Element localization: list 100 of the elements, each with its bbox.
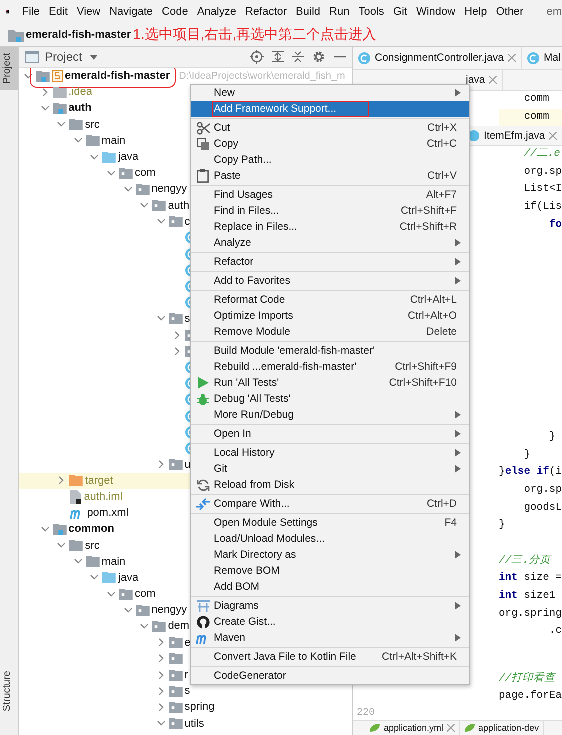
tree-item[interactable]: common <box>68 523 114 536</box>
github-icon <box>196 616 210 628</box>
context-menu-item[interactable]: Open Module Settings F4 <box>191 515 469 531</box>
editor-tab[interactable]: application.yml <box>365 720 460 735</box>
context-menu-item[interactable]: More Run/Debug <box>191 407 469 423</box>
dropdown-caret-icon[interactable] <box>90 54 98 60</box>
context-menu-item[interactable]: Paste Ctrl+V <box>191 168 469 184</box>
scissors-icon <box>196 122 210 134</box>
tree-item[interactable]: auth.iml <box>84 490 123 503</box>
context-menu-item[interactable]: Reload from Disk <box>191 477 469 493</box>
tree-item[interactable]: r <box>184 669 188 682</box>
tree-item[interactable]: utils <box>184 718 204 730</box>
context-menu-item[interactable]: Add BOM <box>191 579 469 595</box>
menu-item[interactable]: Git <box>393 6 408 18</box>
crosshair-icon[interactable] <box>250 50 264 64</box>
context-menu-item[interactable]: Add Framework Support... <box>191 101 469 117</box>
folder-icon <box>168 216 183 228</box>
tree-item[interactable]: c <box>184 216 190 228</box>
tree-item[interactable]: spring <box>184 701 215 714</box>
tree-item[interactable]: nengyy <box>152 604 188 616</box>
menu-item[interactable]: Code <box>162 6 188 18</box>
context-menu-item[interactable]: Maven <box>191 630 469 646</box>
context-menu-item[interactable]: Run 'All Tests' Ctrl+Shift+F10 <box>191 375 469 391</box>
context-menu-item[interactable]: Diagrams <box>191 598 469 614</box>
tree-item[interactable]: src <box>85 540 100 552</box>
context-menu-item[interactable]: Rebuild ...emerald-fish-master' Ctrl+Shift+F9 <box>191 359 469 375</box>
panel-title[interactable]: Project <box>45 50 82 64</box>
settings-icon[interactable] <box>312 50 326 64</box>
menu-item[interactable]: Help <box>464 6 488 18</box>
menu-item[interactable]: Refactor <box>245 6 288 18</box>
expand-all-icon[interactable] <box>272 50 284 64</box>
tree-item[interactable]: dem <box>168 620 190 632</box>
context-menu-item[interactable]: Find in Files... Ctrl+Shift+F <box>191 203 469 219</box>
folder-icon <box>168 653 183 664</box>
folder-icon <box>152 620 166 632</box>
tree-item[interactable]: src <box>85 118 100 131</box>
context-menu-item[interactable]: Compare With... Ctrl+D <box>191 496 469 512</box>
context-menu-item[interactable]: Replace in Files... Ctrl+Shift+R <box>191 219 469 235</box>
tree-item[interactable]: java <box>118 151 139 164</box>
context-menu-item[interactable]: Analyze <box>191 235 469 251</box>
context-menu-item[interactable]: Open In <box>191 426 469 442</box>
tree-item[interactable]: s <box>184 685 190 698</box>
context-menu-item[interactable]: Copy Path... <box>191 152 469 168</box>
context-menu-item[interactable]: Load/Unload Modules... <box>191 531 469 547</box>
context-menu-item[interactable]: Optimize Imports Ctrl+Alt+O <box>191 308 469 324</box>
menu-item[interactable]: Other <box>496 6 524 18</box>
editor-tab[interactable]: ConsignmentController.java <box>353 47 522 69</box>
context-menu-item[interactable]: Add to Favorites <box>191 273 469 289</box>
menu-item[interactable]: View <box>76 6 101 18</box>
tree-item[interactable]: com <box>135 167 156 180</box>
context-menu-item[interactable]: Build Module 'emerald-fish-master' <box>191 343 469 359</box>
code-line: List<I <box>523 182 562 198</box>
tree-item[interactable]: java <box>118 572 139 584</box>
menu-item[interactable]: File <box>22 6 40 18</box>
tree-item[interactable]: .idea <box>68 86 92 98</box>
close-icon[interactable] <box>549 132 558 140</box>
context-menu-item[interactable]: Remove BOM <box>191 563 469 579</box>
context-menu-item[interactable]: Refactor <box>191 254 469 270</box>
project-tool-tab[interactable]: Project <box>0 47 18 90</box>
context-menu-item[interactable]: Create Gist... <box>191 614 469 630</box>
folder-icon <box>52 102 67 114</box>
context-menu-item[interactable]: Git <box>191 461 469 477</box>
run-icon <box>198 377 208 389</box>
close-icon[interactable] <box>489 76 498 84</box>
context-menu-item[interactable]: Remove Module Delete <box>191 324 469 340</box>
context-menu-item[interactable]: Find Usages Alt+F7 <box>191 187 469 203</box>
tree-item[interactable]: s <box>184 312 190 325</box>
tree-item[interactable]: pom.xml <box>87 507 129 520</box>
editor-tab[interactable]: Mal <box>522 47 562 69</box>
menu-item[interactable]: Analyze <box>197 6 236 18</box>
code-line: } <box>523 448 532 463</box>
menu-item[interactable]: Navigate <box>110 6 154 18</box>
context-menu-item[interactable]: Reformat Code Ctrl+Alt+L <box>191 292 469 308</box>
menu-item[interactable]: Window <box>416 6 456 18</box>
context-menu-item[interactable]: Convert Java File to Kotlin File Ctrl+Alt+Shift+K <box>191 649 469 665</box>
tree-item[interactable]: auth <box>168 200 190 212</box>
close-icon[interactable] <box>508 54 516 62</box>
close-icon[interactable] <box>446 724 455 732</box>
diagram-icon <box>196 600 210 612</box>
tree-item[interactable]: nengyy <box>152 183 188 196</box>
tree-item[interactable]: emerald-fish-master <box>65 70 170 82</box>
context-menu-item[interactable]: CodeGenerator <box>191 668 469 684</box>
tree-item[interactable]: auth <box>68 102 92 114</box>
collapse-all-icon[interactable] <box>292 50 304 64</box>
tree-item[interactable]: main <box>102 134 126 147</box>
context-menu-item[interactable]: Debug 'All Tests' <box>191 391 469 407</box>
context-menu-item[interactable]: Local History <box>191 445 469 461</box>
tree-item[interactable]: u <box>184 458 191 471</box>
menu-item[interactable]: Tools <box>358 6 384 18</box>
menu-item[interactable]: Build <box>296 6 321 18</box>
menu-item[interactable]: Run <box>330 6 350 18</box>
tree-item[interactable]: main <box>102 556 126 568</box>
context-menu-item[interactable]: Mark Directory as <box>191 547 469 563</box>
tree-item[interactable]: com <box>135 588 156 600</box>
minimize-icon[interactable] <box>334 55 346 59</box>
tree-item[interactable]: e <box>184 636 191 649</box>
breadcrumb-project[interactable]: emerald-fish-master <box>26 29 132 41</box>
structure-tool-tab[interactable]: Structure <box>0 665 18 718</box>
menu-item[interactable]: Edit <box>48 6 68 18</box>
editor-tab[interactable]: application-dev <box>460 720 544 735</box>
